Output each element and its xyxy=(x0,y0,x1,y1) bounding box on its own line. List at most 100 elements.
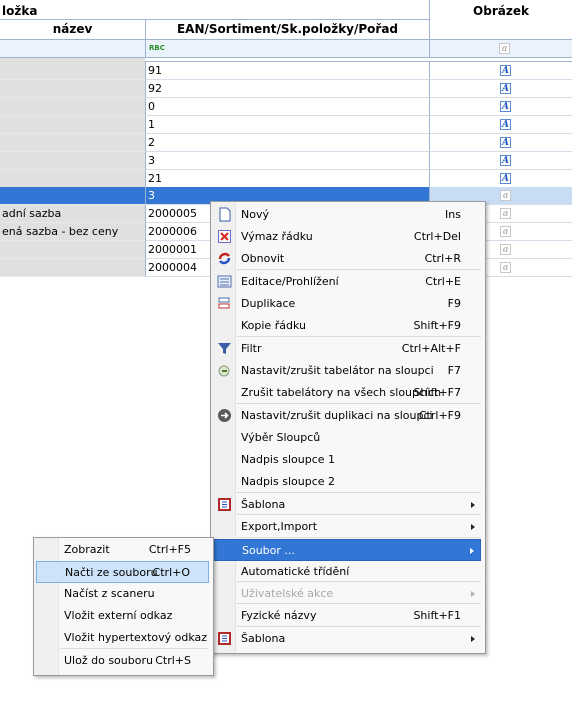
image-placeholder-icon: a xyxy=(500,244,511,255)
menu-item-nadpis-sloupce-1[interactable]: Nadpis sloupce 1 xyxy=(213,449,481,471)
submenu-item-label: Vložit hypertextový odkaz xyxy=(64,631,208,644)
image-placeholder-icon: A xyxy=(500,65,511,76)
image-placeholder-icon: A xyxy=(500,137,511,148)
menu-item-label: Obnovit xyxy=(241,252,285,265)
chevron-right-icon xyxy=(471,636,475,642)
menu-item-nastavit-zru-it-tabel-tor-na-sloupci[interactable]: Nastavit/zrušit tabelátor na sloupci F7 xyxy=(213,360,481,382)
cell-name[interactable] xyxy=(0,152,145,170)
image-placeholder-icon: A xyxy=(500,101,511,112)
cell-image[interactable]: A xyxy=(429,134,572,152)
cell-name[interactable] xyxy=(0,241,145,259)
menu-item-label: Výmaz řádku xyxy=(241,230,313,243)
image-placeholder-icon: a xyxy=(500,226,511,237)
cell-ean[interactable]: 3 xyxy=(145,152,429,170)
cell-ean[interactable]: 0 xyxy=(145,98,429,116)
cell-name[interactable] xyxy=(0,80,145,98)
menu-item-soubor[interactable]: Soubor ... xyxy=(213,539,481,561)
menu-item-obnovit[interactable]: Obnovit Ctrl+R xyxy=(213,248,481,270)
menu-item-automatick-t-d-n[interactable]: Automatické třídění xyxy=(213,561,481,583)
menu-item-shortcut: Ctrl+F9 xyxy=(418,409,461,422)
cell-ean[interactable]: 2 xyxy=(145,134,429,152)
menu-item-v-b-r-sloupc[interactable]: Výběr Sloupců xyxy=(213,427,481,449)
menu-item-shortcut: Ctrl+E xyxy=(425,275,461,288)
delete-row-icon xyxy=(217,229,232,244)
menu-item-ablona[interactable]: Šablona xyxy=(213,628,481,650)
filter-badge[interactable]: RBC xyxy=(149,44,165,53)
menu-item-export-import[interactable]: Export,Import xyxy=(213,516,481,538)
chevron-right-icon xyxy=(471,524,475,530)
cell-name[interactable]: ená sazba - bez ceny xyxy=(0,223,145,241)
col-header-ean[interactable]: EAN/Sortiment/Sk.položky/Pořad xyxy=(146,20,429,38)
group-header-left: ložka xyxy=(2,2,422,20)
filter-row: RBC a xyxy=(0,40,572,58)
cell-name[interactable] xyxy=(0,187,145,205)
cell-name[interactable] xyxy=(0,98,145,116)
submenu-item-na-st-z-scaneru[interactable]: Načíst z scaneru xyxy=(36,583,209,605)
cell-name[interactable] xyxy=(0,170,145,188)
submenu-item-shortcut: Ctrl+S xyxy=(155,654,191,667)
menu-item-shortcut: Ins xyxy=(445,208,461,221)
col-header-obrazek[interactable]: Obrázek xyxy=(430,2,572,20)
cell-name[interactable] xyxy=(0,62,145,80)
menu-item-nastavit-zru-it-duplikaci-na-sloupci[interactable]: Nastavit/zrušit duplikaci na sloupci Ctrl… xyxy=(213,405,481,427)
cell-ean[interactable]: 91 xyxy=(145,62,429,80)
image-placeholder-icon: a xyxy=(500,262,511,273)
menu-item-zru-it-tabel-tory-na-v-ech-sloupc-ch[interactable]: Zrušit tabelátory na všech sloupcích Shif… xyxy=(213,382,481,404)
menu-item-nadpis-sloupce-2[interactable]: Nadpis sloupce 2 xyxy=(213,471,481,493)
menu-item-fyzick-n-zvy[interactable]: Fyzické názvy Shift+F1 xyxy=(213,605,481,627)
cell-image[interactable]: A xyxy=(429,80,572,98)
submenu-item-shortcut: Ctrl+F5 xyxy=(148,543,191,556)
cell-name[interactable] xyxy=(0,134,145,152)
menu-item-label: Kopie řádku xyxy=(241,319,306,332)
table-row[interactable]: 1A xyxy=(0,116,572,134)
context-menu: Nový Ins Výmaz řádku Ctrl+Del Obnovit Ctrl+R E… xyxy=(210,201,486,654)
image-filter-icon[interactable]: a xyxy=(499,43,510,54)
menu-item-label: Filtr xyxy=(241,342,262,355)
image-placeholder-icon: A xyxy=(500,155,511,166)
cell-image[interactable]: A xyxy=(429,170,572,188)
menu-item-label: Nový xyxy=(241,208,269,221)
menu-item-nov[interactable]: Nový Ins xyxy=(213,204,481,226)
cell-image[interactable]: A xyxy=(429,152,572,170)
submenu-item-label: Vložit externí odkaz xyxy=(64,609,173,622)
menu-item-filtr[interactable]: Filtr Ctrl+Alt+F xyxy=(213,338,481,360)
image-placeholder-icon: A xyxy=(500,83,511,94)
submenu-item-vlo-it-extern-odkaz[interactable]: Vložit externí odkaz xyxy=(36,605,209,627)
table-row[interactable]: 3A xyxy=(0,152,572,170)
arrow-circle-icon xyxy=(217,408,232,423)
cell-image[interactable]: A xyxy=(429,98,572,116)
cell-image[interactable]: A xyxy=(429,116,572,134)
cell-ean[interactable]: 92 xyxy=(145,80,429,98)
table-row[interactable]: 92 A xyxy=(0,80,572,98)
menu-item-v-maz-dku[interactable]: Výmaz řádku Ctrl+Del xyxy=(213,226,481,248)
table-row[interactable]: 91 A xyxy=(0,62,572,80)
chevron-right-icon xyxy=(471,502,475,508)
cell-ean[interactable]: 21 xyxy=(145,170,429,188)
menu-item-ablona[interactable]: Šablona xyxy=(213,494,481,516)
submenu-item-ulo-do-souboru[interactable]: Ulož do souboru Ctrl+S xyxy=(36,650,209,672)
submenu-item-zobrazit[interactable]: Zobrazit Ctrl+F5 xyxy=(36,539,209,561)
submenu-item-vlo-it-hypertextov-odkaz[interactable]: Vložit hypertextový odkaz xyxy=(36,627,209,649)
duplicate-icon xyxy=(217,296,232,311)
menu-item-label: Výběr Sloupců xyxy=(241,431,321,444)
submenu-item-shortcut: Ctrl+O xyxy=(152,566,190,579)
cell-ean[interactable]: 1 xyxy=(145,116,429,134)
template-icon xyxy=(217,631,232,646)
menu-item-editace-prohl-en[interactable]: Editace/Prohlížení Ctrl+E xyxy=(213,271,481,293)
menu-item-kopie-dku[interactable]: Kopie řádku Shift+F9 xyxy=(213,315,481,337)
image-placeholder-icon: A xyxy=(500,173,511,184)
cell-image[interactable]: A xyxy=(429,62,572,80)
new-document-icon xyxy=(217,207,232,222)
table-row[interactable]: 0A xyxy=(0,98,572,116)
edit-view-icon xyxy=(217,274,232,289)
tab-stop-icon xyxy=(217,363,232,378)
submenu-item-na-ti-ze-souboru[interactable]: Načti ze souboru Ctrl+O xyxy=(36,561,209,583)
table-row[interactable]: 2A xyxy=(0,134,572,152)
cell-name[interactable] xyxy=(0,116,145,134)
cell-name[interactable] xyxy=(0,259,145,277)
submenu-item-label: Načti ze souboru xyxy=(65,566,158,579)
table-row[interactable]: 21 A xyxy=(0,170,572,188)
menu-item-duplikace[interactable]: Duplikace F9 xyxy=(213,293,481,315)
col-header-nazev[interactable]: název xyxy=(0,20,145,38)
cell-name[interactable]: adní sazba xyxy=(0,205,145,223)
